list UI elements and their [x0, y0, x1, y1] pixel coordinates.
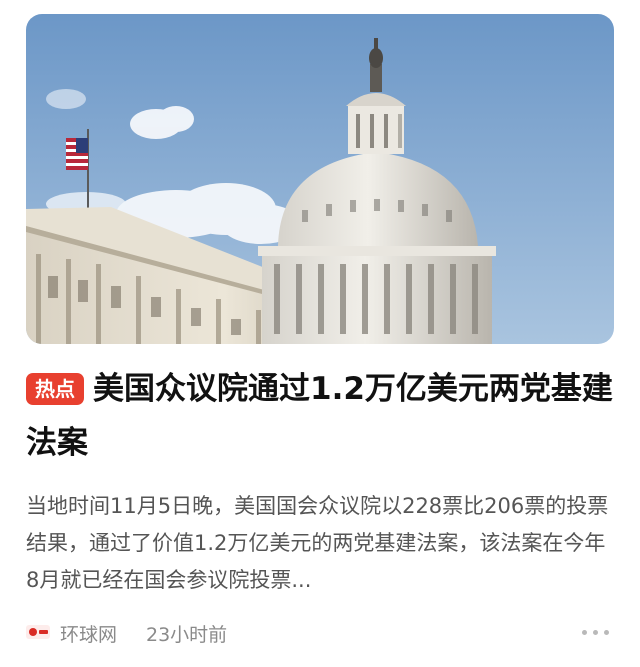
- huanqiu-logo-icon: [26, 625, 50, 639]
- article-summary[interactable]: 当地时间11月5日晚，美国国会众议院以228票比206票的投票结果，通过了价值1…: [26, 488, 616, 599]
- publish-time: 23小时前: [146, 624, 228, 646]
- capitol-building-photo: [26, 14, 614, 344]
- article-meta: 环球网 23小时前: [26, 618, 616, 648]
- hot-tag-badge: 热点: [26, 373, 84, 405]
- article-title-block[interactable]: 热点 美国众议院通过1.2万亿美元两党基建法案: [26, 362, 614, 470]
- article-cover-image[interactable]: [26, 14, 614, 344]
- more-dots-icon[interactable]: [582, 630, 612, 636]
- article-title[interactable]: 美国众议院通过1.2万亿美元两党基建法案: [26, 371, 613, 461]
- source-name[interactable]: 环球网: [60, 620, 117, 647]
